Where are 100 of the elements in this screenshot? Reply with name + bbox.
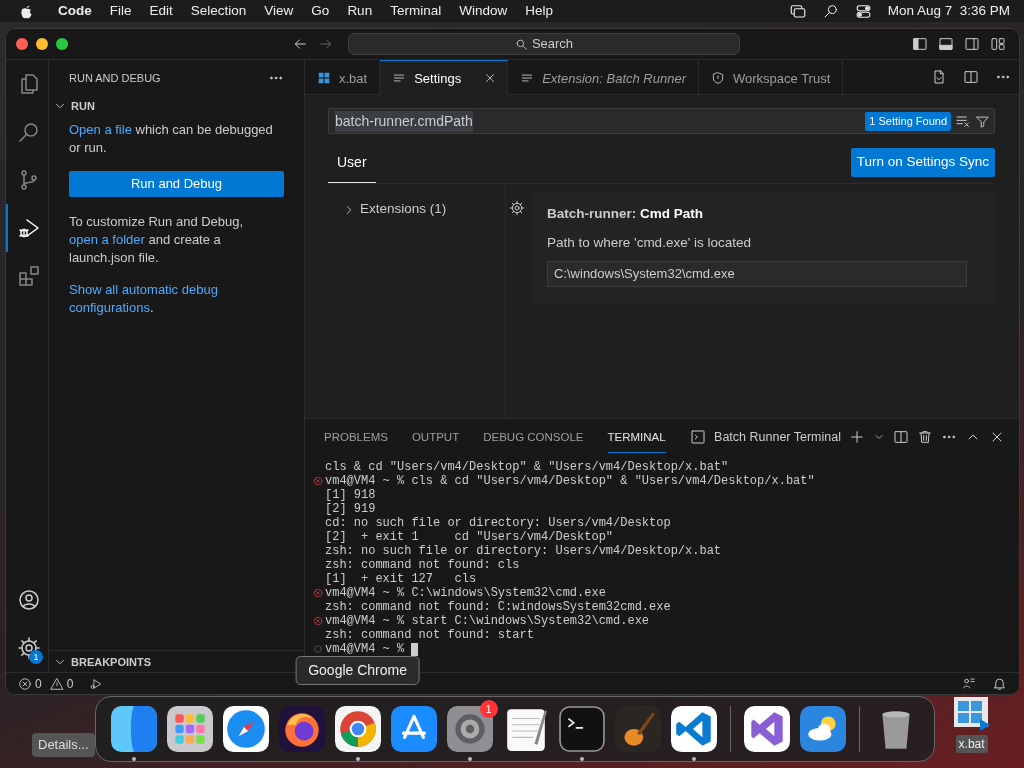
terminal-line: zsh: no such file or directory: Users/vm4/Desktop/x.bat — [325, 544, 722, 559]
menu-item[interactable]: Terminal — [381, 0, 451, 22]
accounts-icon[interactable] — [16, 588, 41, 613]
text-link[interactable]: open a folder — [69, 232, 145, 248]
panel-tab[interactable]: PROBLEMS — [324, 420, 388, 454]
toggle-secondary-sidebar-icon[interactable] — [964, 36, 980, 53]
screen-mirroring-icon[interactable] — [788, 2, 807, 20]
panel-tab[interactable]: OUTPUT — [411, 420, 460, 454]
terminal-line: vm4@VM4 ~ % C:\windows\System32\cmd.exe — [325, 586, 606, 601]
error-count[interactable]: 0 — [35, 674, 42, 693]
terminal-icon[interactable] — [558, 706, 605, 752]
terminal-line: vm4@VM4 ~ % start C:\windows\System32\cmd.exe — [325, 614, 650, 629]
settings-toc-item[interactable]: Extensions (1) — [342, 199, 505, 220]
terminal-line: [2] + exit 1 cd "Users/vm4/Desktop" — [325, 530, 614, 545]
toggle-panel-icon[interactable] — [938, 36, 954, 53]
terminal-line: vm4@VM4 ~ % — [325, 642, 405, 657]
settings-search-field[interactable]: batch-runner.cmdPath 1 Setting Found — [328, 108, 995, 135]
customize-layout-icon[interactable] — [990, 36, 1006, 53]
sidebar-title: RUN AND DEBUG — [69, 70, 161, 86]
debug-run-icon[interactable] — [89, 676, 104, 691]
terminal-icon — [690, 428, 707, 445]
error-icon[interactable] — [18, 676, 32, 691]
menu-item[interactable]: Window — [450, 0, 517, 22]
clear-search-icon[interactable] — [955, 113, 971, 130]
trash-icon[interactable] — [917, 428, 933, 445]
notification-badge: 1 — [479, 700, 498, 718]
guitar-icon[interactable] — [614, 706, 661, 752]
extensions-icon[interactable] — [16, 264, 41, 289]
results-count-badge: 1 Setting Found — [865, 112, 951, 131]
run-and-debug-button[interactable]: Run and Debug — [69, 171, 284, 198]
batch-file-icon[interactable] — [951, 695, 992, 731]
warning-icon[interactable] — [49, 676, 64, 691]
settings-icon[interactable] — [16, 636, 41, 661]
open-settings-json-icon[interactable] — [931, 69, 947, 86]
shield-icon — [711, 71, 725, 86]
close-window-button[interactable] — [16, 38, 28, 51]
scope-tab[interactable]: User — [328, 144, 376, 184]
warning-count[interactable]: 0 — [66, 674, 74, 693]
notification-badge: 1 — [29, 650, 43, 665]
app-store-icon[interactable] — [390, 706, 437, 752]
terminal-line: zsh: command not found: C:windowsSystem32cmd.exe — [325, 600, 671, 615]
tooltip: Google Chrome — [295, 656, 420, 685]
editor-tab[interactable]: Settings — [380, 60, 509, 96]
section-header[interactable]: RUN — [71, 98, 95, 115]
panel-tab[interactable]: DEBUG CONSOLE — [483, 420, 584, 454]
settings-sync-button[interactable]: Turn on Settings Sync — [850, 148, 995, 177]
zoom-button[interactable] — [56, 38, 68, 51]
launchpad-icon[interactable] — [166, 706, 213, 752]
editor-tab[interactable]: Extension: Batch Runner — [508, 60, 699, 96]
accounts-feedback-icon[interactable] — [961, 676, 976, 692]
split-terminal-icon[interactable] — [893, 428, 909, 445]
menu-item[interactable]: File — [100, 0, 141, 22]
fox-globe-icon[interactable] — [278, 706, 325, 752]
new-terminal-icon[interactable] — [849, 428, 865, 445]
terminal-line: [1] 918 — [325, 488, 376, 503]
split-editor-icon[interactable] — [963, 69, 979, 86]
visual-studio-icon[interactable] — [743, 706, 790, 752]
search-placeholder: Search — [531, 35, 574, 54]
menu-bar-clock[interactable]: Mon Aug 7 3:36 PM — [887, 0, 1010, 22]
menu-item[interactable]: Go — [302, 0, 339, 22]
setting-title: Batch-runner: Cmd Path — [547, 205, 705, 224]
windows-file-icon — [317, 71, 331, 86]
search-icon — [514, 37, 528, 51]
setting-description: Path to where 'cmd.exe' is located — [547, 233, 752, 252]
menu-item[interactable]: Run — [338, 0, 382, 22]
sidebar-text: To customize Run and Debug, open a folder and create a launch.json file. — [69, 213, 245, 268]
app-menu[interactable]: Code — [49, 0, 101, 22]
notifications-icon[interactable] — [992, 676, 1007, 692]
menu-item[interactable]: Edit — [140, 0, 182, 22]
editor-tab[interactable]: Workspace Trust — [699, 60, 844, 96]
terminal-line: [1] + exit 127 cls — [325, 572, 477, 587]
weather-icon[interactable] — [799, 706, 846, 752]
code-editor-icon[interactable] — [670, 706, 717, 752]
configurations-link[interactable]: Show all automatic debug configurations. — [69, 281, 284, 318]
terminal-line: zsh: command not found: start — [325, 628, 534, 643]
control-center-icon[interactable] — [854, 2, 872, 20]
sidebar-text: Open a file which can be debugged or run. — [69, 121, 274, 158]
panel-tab[interactable]: TERMINAL — [607, 420, 666, 454]
terminal-name[interactable]: Batch Runner Terminal — [714, 427, 841, 447]
text-link[interactable]: Open a file — [69, 122, 132, 138]
finder-icon[interactable] — [110, 706, 157, 752]
settings-icon[interactable] — [446, 706, 493, 752]
toggle-sidebar-icon[interactable] — [912, 36, 928, 53]
chrome-icon[interactable] — [334, 706, 381, 752]
terminal-line: cls & cd "Users/vm4/Desktop" & "Users/vm4/Desktop/x.bat" — [325, 460, 729, 475]
setting-value-field[interactable]: C:\windows\System32\cmd.exe — [547, 260, 967, 287]
menu-item[interactable]: Help — [516, 0, 562, 22]
compass-icon[interactable] — [222, 706, 269, 752]
menu-item[interactable]: View — [255, 0, 303, 22]
gear-icon[interactable] — [509, 200, 525, 217]
terminal-line: [2] 919 — [325, 502, 376, 517]
terminal-line: zsh: command not found: cls — [325, 558, 520, 573]
file-label[interactable]: x.bat — [955, 735, 988, 753]
minimize-button[interactable] — [36, 38, 48, 51]
menu-item[interactable]: Selection — [181, 0, 256, 22]
details-button[interactable]: Details... — [32, 733, 95, 757]
command-search-field[interactable]: Search — [348, 33, 740, 56]
section-header[interactable]: BREAKPOINTS — [71, 653, 152, 671]
search-icon[interactable] — [822, 3, 839, 19]
filter-icon[interactable] — [975, 113, 990, 129]
